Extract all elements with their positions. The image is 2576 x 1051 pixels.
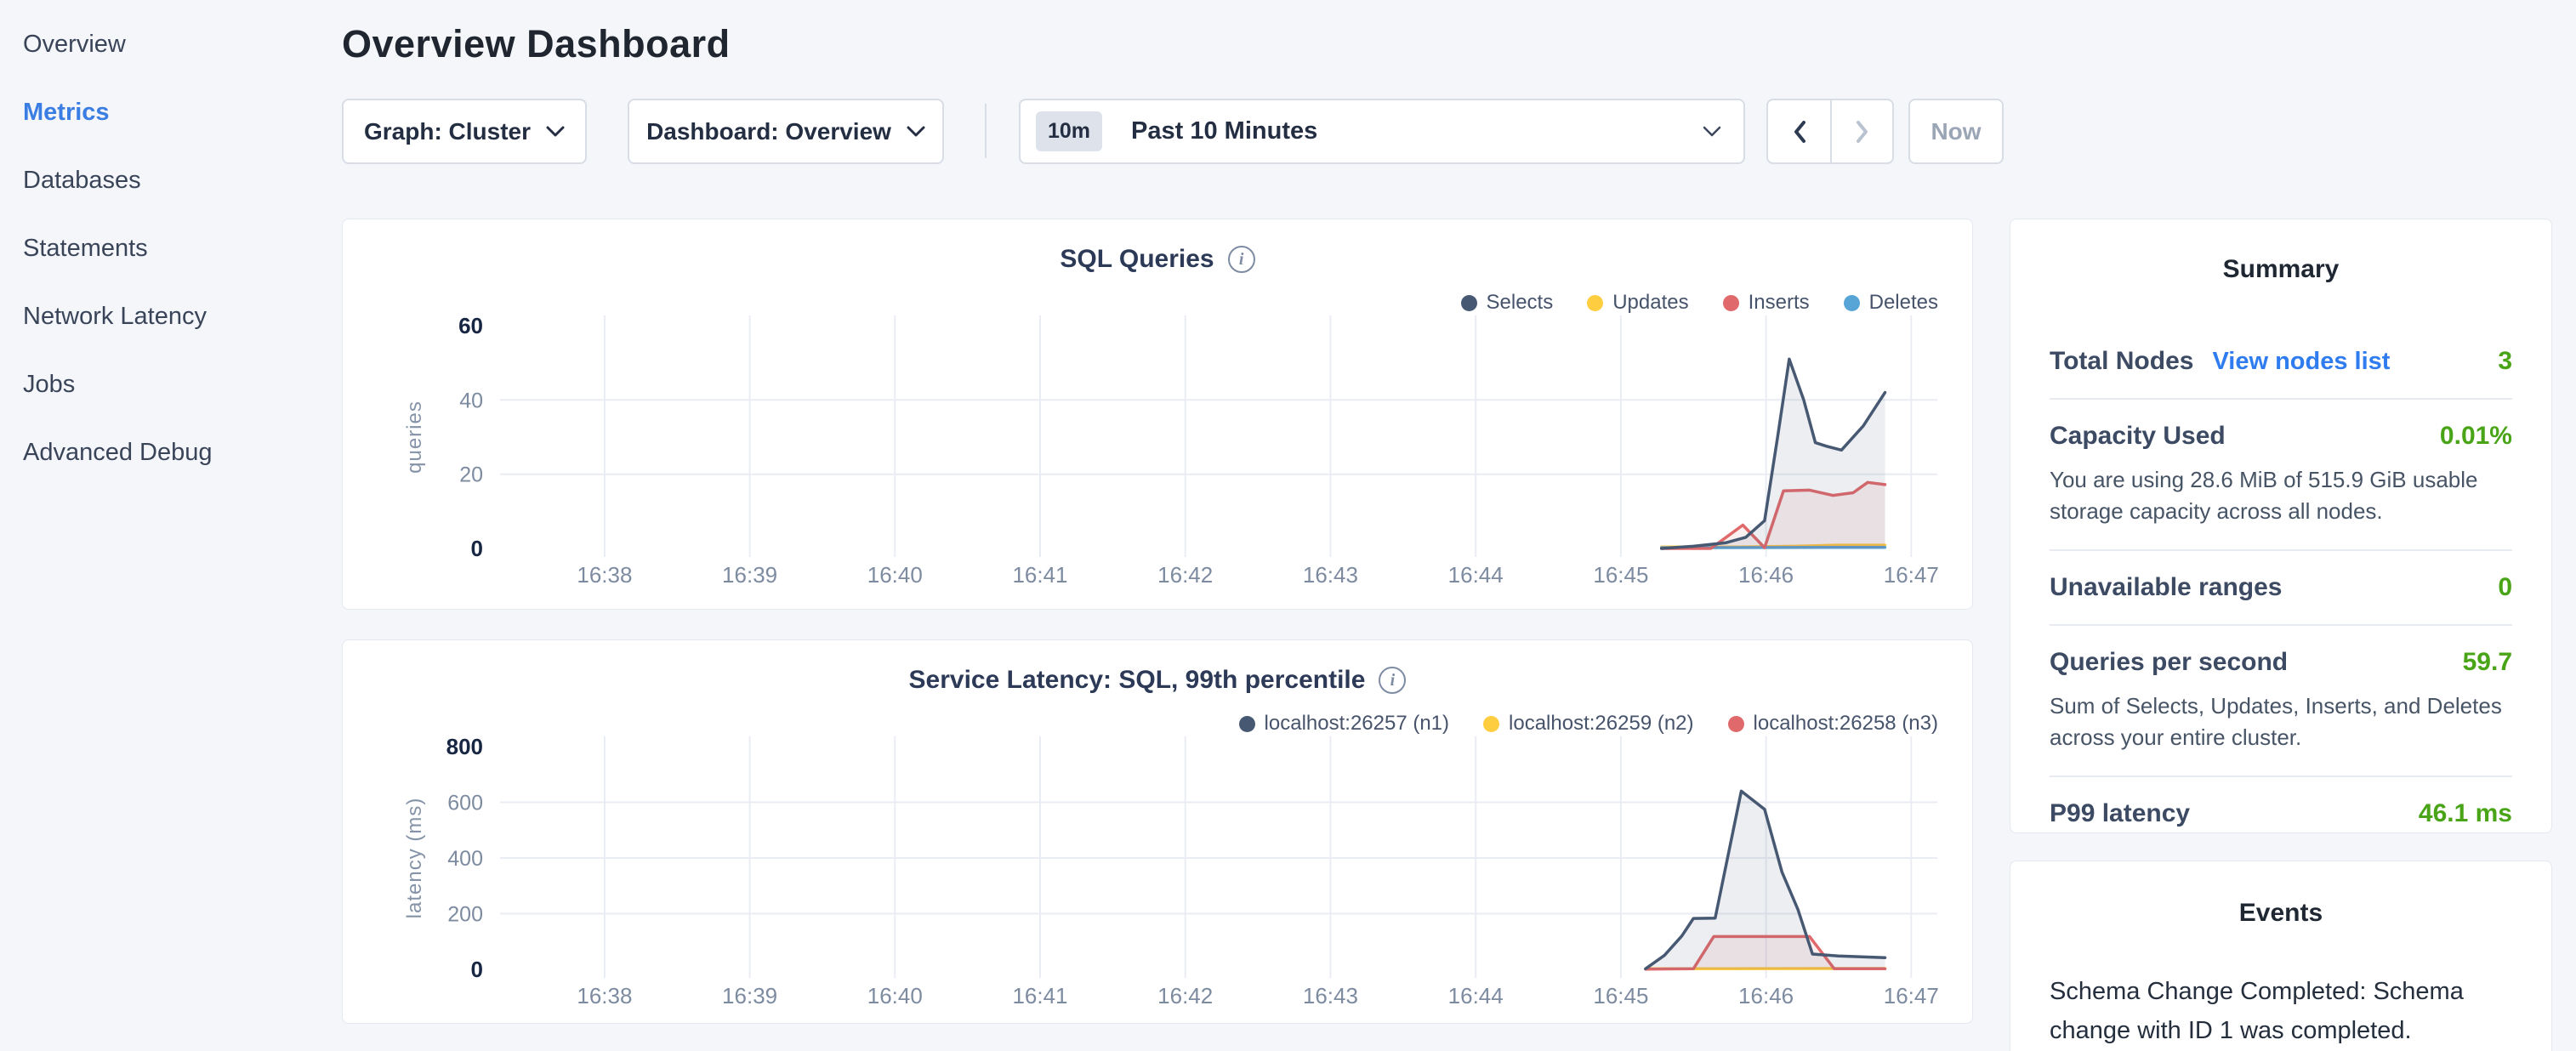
- time-range-picker[interactable]: 10m Past 10 Minutes: [1019, 99, 1745, 164]
- toolbar-divider: [985, 104, 987, 158]
- summary-label: Queries per second: [2050, 648, 2288, 677]
- svg-text:40: 40: [459, 389, 483, 412]
- svg-text:16:47: 16:47: [1884, 983, 1939, 1008]
- left-nav: Overview Metrics Databases Statements Ne…: [0, 0, 340, 486]
- sql-queries-chart[interactable]: 16:38 16:39 16:40 16:41 16:42 16:43 16:44 16:45…: [360, 302, 1959, 595]
- chart-title: Service Latency: SQL, 99th percentile: [909, 666, 1366, 695]
- summary-value: 3: [2498, 347, 2512, 376]
- summary-value: 0.01%: [2440, 422, 2512, 451]
- summary-value: 59.7: [2463, 648, 2512, 677]
- page-title: Overview Dashboard: [342, 22, 1973, 66]
- svg-text:16:42: 16:42: [1157, 983, 1213, 1008]
- summary-label: P99 latency: [2050, 799, 2190, 828]
- sql-queries-chart-panel: SQL Queries i SelectsUpdatesInsertsDelet…: [342, 219, 1973, 610]
- summary-value: 0: [2498, 573, 2512, 602]
- svg-text:0: 0: [471, 957, 483, 982]
- svg-text:16:40: 16:40: [867, 983, 923, 1008]
- summary-header: Summary: [2050, 255, 2512, 284]
- time-back-button[interactable]: [1768, 100, 1830, 162]
- svg-text:0: 0: [471, 536, 483, 561]
- svg-text:16:47: 16:47: [1884, 562, 1939, 588]
- info-icon[interactable]: i: [1379, 667, 1406, 694]
- chevron-down-icon: [546, 126, 565, 137]
- service-latency-chart-panel: Service Latency: SQL, 99th percentile i …: [342, 639, 1973, 1024]
- dashboard-dropdown[interactable]: Dashboard: Overview: [628, 99, 944, 164]
- toolbar: Graph: Cluster Dashboard: Overview 10m P…: [342, 99, 1973, 164]
- summary-description: You are using 28.6 MiB of 515.9 GiB usab…: [2050, 464, 2512, 527]
- svg-text:16:40: 16:40: [867, 562, 923, 588]
- svg-text:16:44: 16:44: [1448, 562, 1504, 588]
- svg-text:20: 20: [459, 463, 483, 487]
- now-button[interactable]: Now: [1908, 99, 2004, 164]
- time-range-label: Past 10 Minutes: [1131, 117, 1703, 145]
- svg-text:16:41: 16:41: [1012, 562, 1067, 588]
- svg-text:16:42: 16:42: [1157, 562, 1213, 588]
- summary-row-capacity-used: Capacity Used 0.01% You are using 28.6 M…: [2050, 398, 2512, 549]
- events-panel: Events Schema Change Completed: Schema c…: [2010, 861, 2552, 1051]
- events-header: Events: [2050, 899, 2512, 928]
- sidebar-item-advanced-debug[interactable]: Advanced Debug: [23, 418, 340, 486]
- event-item[interactable]: Schema Change Completed: Schema change w…: [2050, 972, 2512, 1051]
- event-message: Schema Change Completed: Schema change w…: [2050, 972, 2512, 1050]
- sidebar-item-statements[interactable]: Statements: [23, 214, 340, 282]
- svg-text:600: 600: [447, 792, 483, 815]
- svg-text:16:44: 16:44: [1448, 983, 1504, 1008]
- svg-text:16:46: 16:46: [1738, 562, 1794, 588]
- svg-text:16:38: 16:38: [577, 983, 632, 1008]
- view-nodes-list-link[interactable]: View nodes list: [2212, 348, 2390, 376]
- sidebar-item-network-latency[interactable]: Network Latency: [23, 282, 340, 350]
- summary-row-total-nodes: Total Nodes View nodes list 3: [2050, 325, 2512, 398]
- info-icon[interactable]: i: [1228, 246, 1255, 273]
- summary-row-p99-latency: P99 latency 46.1 ms: [2050, 775, 2512, 850]
- svg-text:queries: queries: [403, 401, 426, 474]
- summary-panel: Summary Total Nodes View nodes list 3 Ca…: [2010, 219, 2552, 833]
- svg-text:16:43: 16:43: [1303, 983, 1358, 1008]
- sidebar-item-overview[interactable]: Overview: [23, 10, 340, 78]
- sidebar-item-jobs[interactable]: Jobs: [23, 350, 340, 418]
- svg-text:16:45: 16:45: [1593, 562, 1648, 588]
- svg-text:400: 400: [447, 847, 483, 871]
- chevron-down-icon: [1703, 126, 1721, 137]
- chevron-down-icon: [907, 126, 925, 137]
- svg-text:16:39: 16:39: [722, 562, 777, 588]
- summary-label: Capacity Used: [2050, 422, 2226, 451]
- svg-text:16:45: 16:45: [1593, 983, 1648, 1008]
- svg-text:200: 200: [447, 903, 483, 927]
- chevron-left-icon: [1793, 120, 1806, 144]
- summary-row-unavailable-ranges: Unavailable ranges 0: [2050, 549, 2512, 624]
- svg-text:16:43: 16:43: [1303, 562, 1358, 588]
- summary-label: Unavailable ranges: [2050, 573, 2282, 602]
- summary-label: Total Nodes: [2050, 347, 2193, 376]
- summary-description: Sum of Selects, Updates, Inserts, and De…: [2050, 690, 2512, 753]
- summary-value: 46.1 ms: [2419, 799, 2512, 828]
- chart-title: SQL Queries: [1060, 245, 1214, 274]
- time-forward-button[interactable]: [1830, 100, 1892, 162]
- chevron-right-icon: [1856, 120, 1869, 144]
- svg-text:latency (ms): latency (ms): [403, 798, 426, 919]
- graph-scope-dropdown[interactable]: Graph: Cluster: [342, 99, 587, 164]
- service-latency-chart[interactable]: 16:38 16:39 16:40 16:41 16:42 16:43 16:44 16:45…: [360, 723, 1959, 1016]
- summary-row-queries-per-second: Queries per second 59.7 Sum of Selects, …: [2050, 624, 2512, 775]
- dashboard-label: Dashboard: Overview: [646, 118, 891, 145]
- main-content: Overview Dashboard Graph: Cluster Dashbo…: [342, 0, 1973, 164]
- svg-text:16:46: 16:46: [1738, 983, 1794, 1008]
- time-pager: [1766, 99, 1894, 164]
- svg-text:60: 60: [458, 313, 483, 338]
- sidebar-item-metrics[interactable]: Metrics: [23, 78, 340, 146]
- sidebar-item-databases[interactable]: Databases: [23, 146, 340, 214]
- svg-text:16:38: 16:38: [577, 562, 632, 588]
- svg-text:16:41: 16:41: [1012, 983, 1067, 1008]
- svg-text:800: 800: [446, 734, 483, 759]
- graph-scope-label: Graph: Cluster: [364, 118, 531, 145]
- time-range-badge: 10m: [1036, 111, 1102, 151]
- svg-text:16:39: 16:39: [722, 983, 777, 1008]
